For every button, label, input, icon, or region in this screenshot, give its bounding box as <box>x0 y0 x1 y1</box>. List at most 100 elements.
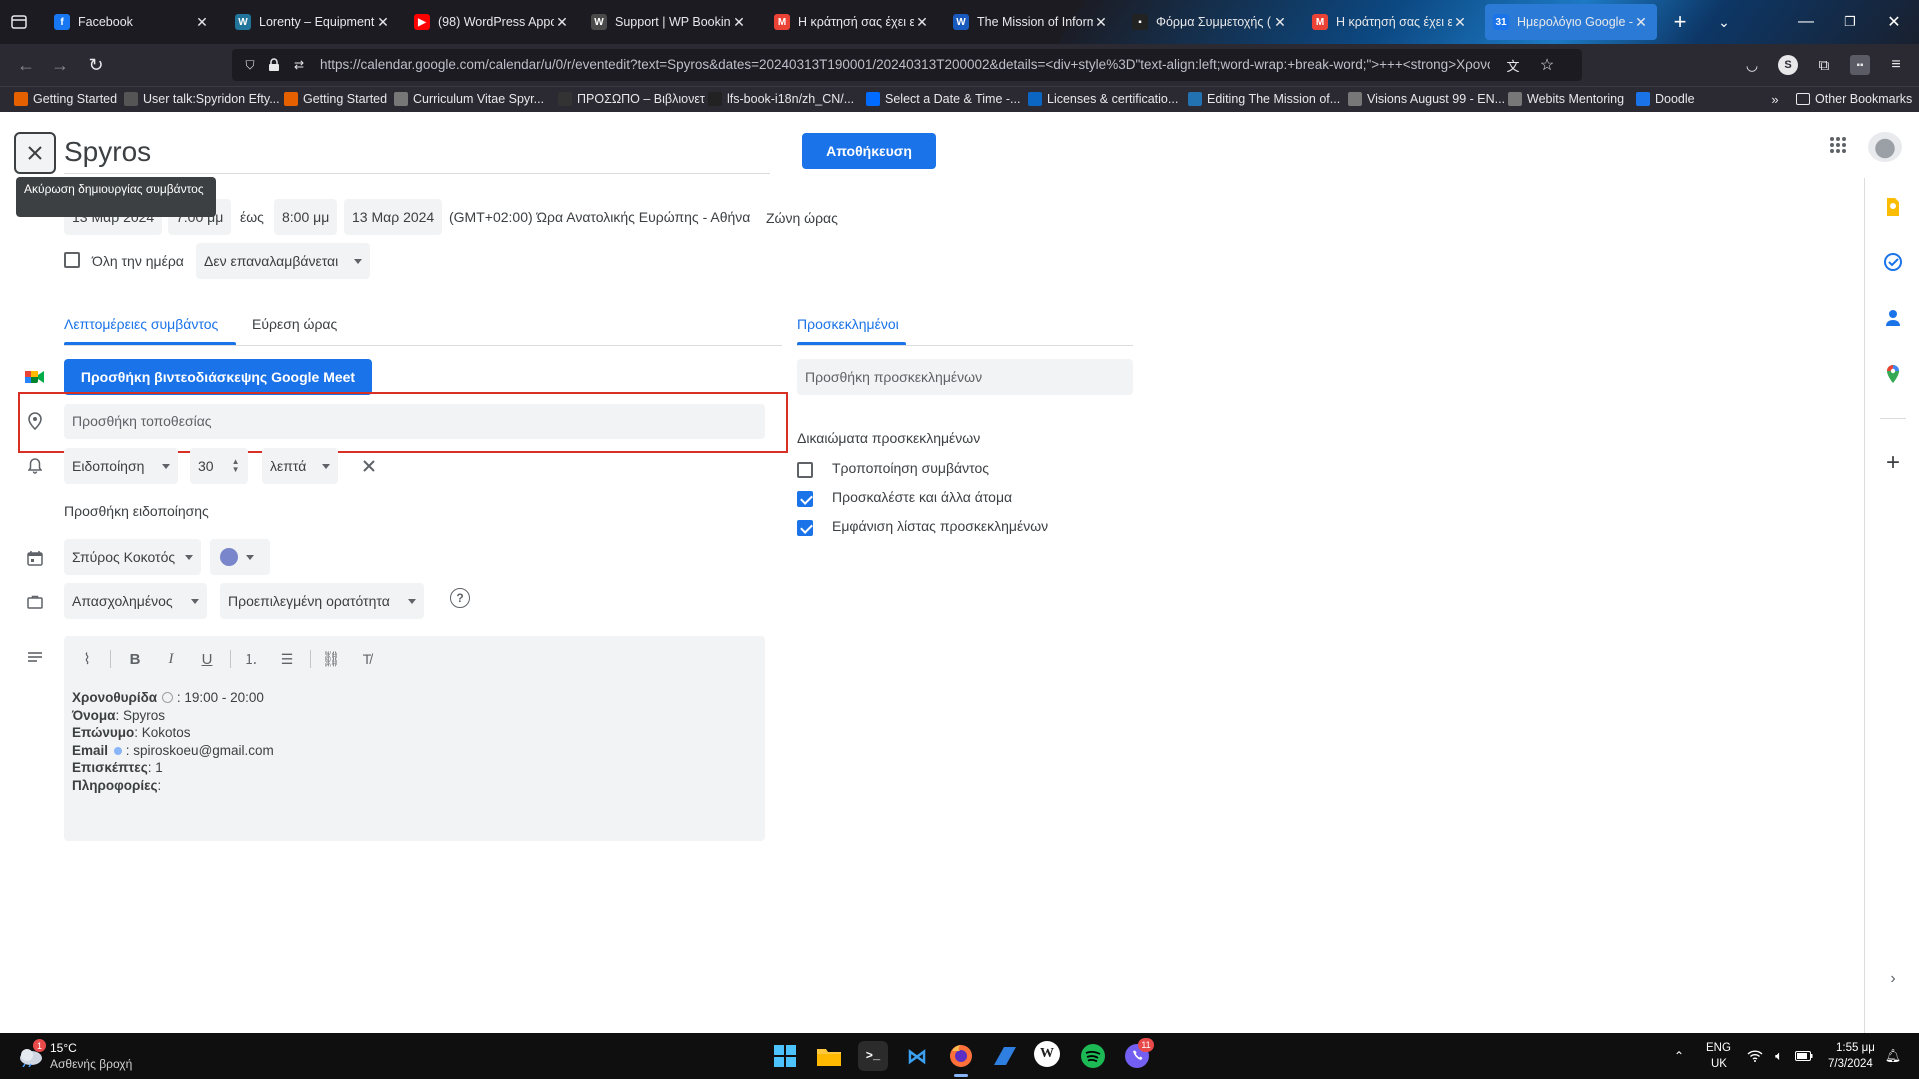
bookmark-label[interactable]: Select a Date & Time -... <box>885 92 1020 106</box>
end-time-select[interactable]: 8:00 μμ <box>274 199 338 235</box>
bookmark-label[interactable]: User talk:Spyridon Efty... <box>143 92 280 106</box>
add-addon-icon[interactable]: + <box>1882 449 1904 476</box>
link-icon[interactable]: ⛓ <box>320 648 342 670</box>
timezone-link[interactable]: Ζώνη ώρας <box>766 210 838 226</box>
browser-tab[interactable]: ▪ Φόρμα Συμμετοχής (Ρ ✕ <box>1124 4 1296 40</box>
description-content[interactable]: Χρονοθυρίδα : 19:00 - 20:00 Όνομα: Spyros… <box>72 689 752 794</box>
remove-notification-icon[interactable] <box>358 455 380 477</box>
reload-icon[interactable]: ↻ <box>84 53 108 77</box>
bold-icon[interactable]: B <box>124 648 146 670</box>
browser-tab[interactable]: 31 Ημερολόγιο Google - ✕ <box>1485 4 1657 40</box>
maps-icon[interactable] <box>1882 363 1904 385</box>
browser-tab[interactable]: M Η κράτησή σας έχει εγ ✕ <box>766 4 938 40</box>
avatar[interactable] <box>1868 132 1902 162</box>
weather-description[interactable]: Ασθενής βροχή <box>50 1057 132 1071</box>
more-bookmarks-icon[interactable]: » <box>1766 90 1784 108</box>
menu-icon[interactable]: ≡ <box>1886 55 1906 75</box>
browser-tab[interactable]: ▶ (98) WordPress Appoin✕ <box>406 4 578 40</box>
browser-tab[interactable]: W Lorenty – Equipment R ✕ <box>227 4 399 40</box>
contacts-icon[interactable] <box>1882 307 1904 329</box>
window-close-button[interactable]: ✕ <box>1882 10 1906 34</box>
permission-checkbox[interactable] <box>797 462 813 478</box>
wordpress-app-icon[interactable]: W <box>1034 1041 1060 1067</box>
bookmark-label[interactable]: Webits Mentoring <box>1527 92 1624 106</box>
bookmark-star-icon[interactable]: ☆ <box>1538 56 1556 74</box>
bookmark-label[interactable]: Getting Started <box>303 92 387 106</box>
bookmark-item[interactable]: Curriculum Vitae Spyr... <box>394 90 544 108</box>
clock-date[interactable]: 7/3/2024 <box>1828 1058 1873 1070</box>
permission-label[interactable]: Προσκαλέστε και άλλα άτομα <box>832 489 1012 505</box>
tab-title[interactable]: The Mission of Informa <box>977 15 1093 29</box>
windows-start-icon[interactable] <box>770 1041 800 1071</box>
calendar-owner-select[interactable]: Σπύρος Κοκοτός <box>64 539 202 575</box>
edge-like-icon[interactable] <box>990 1041 1020 1071</box>
bookmark-label[interactable]: Getting Started <box>33 92 117 106</box>
tab-title[interactable]: Ημερολόγιο Google - <box>1517 15 1633 29</box>
shield-icon[interactable]: ⛉ <box>242 57 258 73</box>
tab-close-icon[interactable]: ✕ <box>1093 14 1109 31</box>
help-icon[interactable]: ? <box>450 588 470 608</box>
tab-title[interactable]: Support | WP Booking <box>615 15 731 29</box>
bookmark-item[interactable]: lfs-book-i18n/zh_CN/... <box>708 90 854 108</box>
url-bar[interactable]: ⛉ ⇄ https://calendar.google.com/calendar… <box>232 49 1582 81</box>
tab-title[interactable]: Facebook <box>78 15 194 29</box>
bookmark-item[interactable]: Webits Mentoring <box>1508 90 1624 108</box>
bookmark-label[interactable]: Editing The Mission of... <box>1207 92 1340 106</box>
notification-value-input[interactable]: 30 ▲ ▼ <box>190 448 248 484</box>
firefox-icon[interactable] <box>946 1041 976 1071</box>
all-day-label[interactable]: Όλη την ημέρα <box>92 253 184 269</box>
tasks-icon[interactable] <box>1882 251 1904 273</box>
close-button[interactable] <box>14 132 56 174</box>
tab-title[interactable]: Η κράτησή σας έχει εγ <box>798 15 914 29</box>
end-date-select[interactable]: 13 Μαρ 2024 <box>344 199 443 235</box>
tab-close-icon[interactable]: ✕ <box>731 14 747 31</box>
wifi-icon[interactable] <box>1746 1047 1764 1065</box>
bookmark-item[interactable]: Select a Date & Time -... <box>866 90 1020 108</box>
bookmark-item[interactable]: Getting Started <box>284 90 387 108</box>
bookmark-label[interactable]: ΠΡΟΣΩΠΟ – Βιβλιονετ <box>577 92 705 106</box>
underline-icon[interactable]: U <box>196 648 218 670</box>
bookmark-item[interactable]: User talk:Spyridon Efty... <box>124 90 280 108</box>
bookmark-label[interactable]: Visions August 99 - EN... <box>1367 92 1505 106</box>
bookmark-item[interactable]: Visions August 99 - EN... <box>1348 90 1505 108</box>
window-restore-button[interactable]: ❐ <box>1838 10 1862 34</box>
tab-title[interactable]: Lorenty – Equipment R <box>259 15 375 29</box>
permission-label[interactable]: Τροποποίηση συμβάντος <box>832 460 989 476</box>
tab-close-icon[interactable]: ✕ <box>914 14 930 31</box>
clear-formatting-icon[interactable]: T̸ <box>356 648 378 670</box>
notification-type-select[interactable]: Ειδοποίηση <box>64 448 179 484</box>
all-day-checkbox[interactable] <box>64 252 80 268</box>
tab-title[interactable]: (98) WordPress Appoin <box>438 15 554 29</box>
tab-close-icon[interactable]: ✕ <box>1633 14 1649 31</box>
tab-title[interactable]: Φόρμα Συμμετοχής (Ρ <box>1156 15 1272 29</box>
notification-value-text[interactable]: 30 <box>198 458 214 474</box>
stepper-icon[interactable]: ▲ ▼ <box>232 458 240 474</box>
clock-time[interactable]: 1:55 μμ <box>1836 1042 1875 1054</box>
lock-icon[interactable] <box>266 57 282 73</box>
apps-grid-icon[interactable] <box>1826 133 1850 157</box>
repeat-select[interactable]: Δεν επαναλαμβάνεται <box>196 243 371 279</box>
add-notification-link[interactable]: Προσθήκη ειδοποίησης <box>64 503 209 519</box>
window-minimize-button[interactable]: — <box>1794 10 1818 34</box>
extensions-icon[interactable]: ⧉ <box>1814 55 1834 75</box>
bookmark-item[interactable]: Licenses & certificatio... <box>1028 90 1178 108</box>
battery-icon[interactable] <box>1794 1047 1814 1065</box>
permissions-icon[interactable]: ⇄ <box>290 57 308 73</box>
italic-icon[interactable]: I <box>160 648 182 670</box>
visibility-select[interactable]: Προεπιλεγμένη ορατότητα <box>220 583 424 619</box>
chevron-up-icon[interactable]: ⌃ <box>1670 1047 1688 1065</box>
tab-close-icon[interactable]: ✕ <box>1452 14 1468 31</box>
location-input[interactable]: Προσθήκη τοποθεσίας <box>64 404 765 439</box>
file-explorer-icon[interactable] <box>814 1041 844 1071</box>
event-title-text[interactable]: Spyros <box>64 136 151 168</box>
bookmark-label[interactable]: Doodle <box>1655 92 1695 106</box>
bookmark-label[interactable]: lfs-book-i18n/zh_CN/... <box>727 92 854 106</box>
add-google-meet-button[interactable]: Προσθήκη βιντεοδιάσκεψης Google Meet <box>64 359 372 395</box>
tab-close-icon[interactable]: ✕ <box>375 14 391 31</box>
spotify-icon[interactable] <box>1078 1041 1108 1071</box>
tab-overview-icon[interactable] <box>8 12 30 32</box>
tab-close-icon[interactable]: ✕ <box>554 14 570 31</box>
account-icon[interactable]: S <box>1778 55 1798 75</box>
tab-guests[interactable]: Προσκεκλημένοι <box>797 316 899 332</box>
bookmark-label[interactable]: Curriculum Vitae Spyr... <box>413 92 544 106</box>
